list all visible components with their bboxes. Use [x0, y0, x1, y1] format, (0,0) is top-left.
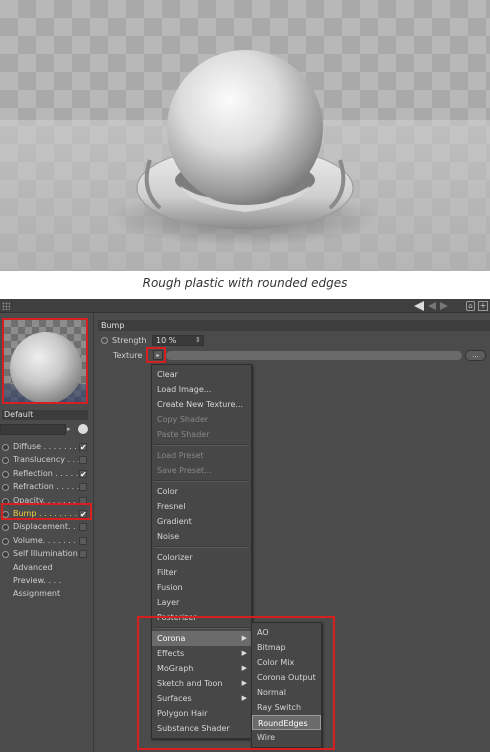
texture-more-button[interactable]: ... [465, 350, 486, 361]
grip-icon[interactable] [2, 302, 10, 310]
menu-item[interactable]: Color [152, 484, 251, 499]
maximize-icon[interactable]: + [478, 301, 488, 311]
channel-11[interactable]: Assignment [0, 588, 94, 601]
channel-radio[interactable] [2, 457, 9, 465]
channel-0[interactable]: Diffuse . . . . . . . . ✔ [0, 441, 94, 454]
menu-item[interactable]: Create New Texture... [152, 397, 251, 412]
menu-item-label: Color [157, 487, 178, 496]
material-preview[interactable] [2, 318, 88, 404]
strength-radio[interactable] [101, 337, 108, 344]
channel-checkbox[interactable] [79, 550, 87, 559]
render-image [0, 0, 490, 271]
channel-checkbox[interactable] [79, 523, 87, 532]
channel-checkbox[interactable]: ✔ [79, 469, 87, 478]
channel-9[interactable]: Advanced [0, 562, 94, 575]
sphere [167, 50, 323, 206]
menu-item[interactable]: Clear [152, 367, 251, 382]
channel-radio[interactable] [2, 470, 9, 478]
menu-item[interactable]: Load Image... [152, 382, 251, 397]
texture-label: Texture [113, 351, 143, 360]
menu-item-label: Load Preset [157, 451, 204, 460]
menu-item[interactable]: Filter [152, 565, 251, 580]
lock-icon[interactable]: ⌂ [466, 301, 475, 311]
menu-item: Load Preset [152, 448, 251, 463]
search-input[interactable] [0, 424, 66, 435]
menu-item[interactable]: Fresnel [152, 499, 251, 514]
channel-checkbox[interactable] [79, 456, 87, 465]
panel-topbar: ⌂ + [0, 299, 490, 313]
caption: Rough plastic with rounded edges [142, 276, 348, 290]
preview-sphere [10, 332, 82, 402]
channel-list: Diffuse . . . . . . . . ✔ Translucency . .… [0, 441, 94, 602]
menu-item: Copy Shader [152, 412, 251, 427]
channel-label: Self Illumination [13, 549, 78, 559]
menu-item-label: Fresnel [157, 502, 186, 511]
channel-radio[interactable] [2, 444, 9, 451]
menu-item-label: Gradient [157, 517, 192, 526]
menu-item-label: Copy Shader [157, 415, 209, 424]
menu-item[interactable]: Fusion [152, 580, 251, 595]
channel-1[interactable]: Translucency . . . [0, 454, 94, 467]
menu-item-label: Paste Shader [157, 430, 210, 439]
material-name[interactable]: Default [2, 410, 88, 420]
search-icon[interactable] [78, 424, 88, 434]
channel-label: Assignment [13, 589, 61, 599]
channel-label: Volume. . . . . . . [13, 535, 76, 545]
channel-2[interactable]: Reflection . . . . . ✔ [0, 468, 94, 481]
menu-item-label: Load Image... [157, 385, 212, 394]
channel-radio[interactable] [2, 537, 9, 545]
menu-separator [154, 546, 249, 548]
menu-item-label: Clear [157, 370, 178, 379]
channel-label: Refraction . . . . . [13, 482, 80, 492]
menu-separator [154, 480, 249, 482]
menu-item: Save Preset... [152, 463, 251, 478]
menu-item: Paste Shader [152, 427, 251, 442]
menu-item[interactable]: Noise [152, 529, 251, 544]
menu-item-label: Save Preset... [157, 466, 212, 475]
menu-item[interactable]: Colorizer [152, 550, 251, 565]
channel-3[interactable]: Refraction . . . . . [0, 481, 94, 494]
menu-item-label: Filter [157, 568, 177, 577]
channel-radio[interactable] [2, 484, 9, 492]
channel-label: Diffuse . . . . . . . . [13, 442, 82, 451]
corona-highlight-box [137, 616, 335, 750]
group-title: Bump [98, 320, 490, 331]
channel-radio[interactable] [2, 524, 9, 532]
nav-arrows-icon[interactable] [414, 301, 454, 311]
channel-radio[interactable] [2, 551, 9, 559]
channel-8[interactable]: Self Illumination [0, 548, 94, 561]
menu-item-label: Fusion [157, 583, 183, 592]
texture-button-highlight [146, 347, 166, 363]
channel-checkbox[interactable] [79, 536, 87, 545]
render-objects [110, 50, 380, 246]
strength-label: Strength [112, 336, 147, 345]
spinner-icon[interactable]: ⇕ [195, 336, 201, 344]
menu-item-label: Layer [157, 598, 180, 607]
search-row: ▸ [0, 424, 92, 436]
channel-checkbox[interactable] [79, 483, 87, 492]
channel-checkbox[interactable]: ✔ [79, 443, 87, 452]
channel-label: Advanced [13, 562, 53, 572]
dropdown-icon[interactable]: ▸ [67, 425, 74, 434]
channel-10[interactable]: Preview. . . . [0, 575, 94, 588]
menu-item[interactable]: Layer [152, 595, 251, 610]
texture-slot[interactable] [166, 351, 462, 360]
channel-6[interactable]: Displacement. . . [0, 521, 94, 534]
menu-item-label: Colorizer [157, 553, 193, 562]
channel-label: Preview. . . . [13, 575, 62, 585]
material-sidebar: Default ▸ Diffuse . . . . . . . . ✔ Transl… [0, 313, 94, 752]
channel-label: Reflection . . . . . [13, 468, 79, 478]
menu-separator [154, 444, 249, 446]
menu-item[interactable]: Gradient [152, 514, 251, 529]
channel-label: Translucency . . . [13, 455, 81, 465]
menu-item-label: Noise [157, 532, 180, 541]
bump-highlight-box [1, 503, 92, 520]
channel-label: Displacement. . . [13, 522, 81, 532]
channel-7[interactable]: Volume. . . . . . . [0, 535, 94, 548]
menu-item-label: Create New Texture... [157, 400, 244, 409]
